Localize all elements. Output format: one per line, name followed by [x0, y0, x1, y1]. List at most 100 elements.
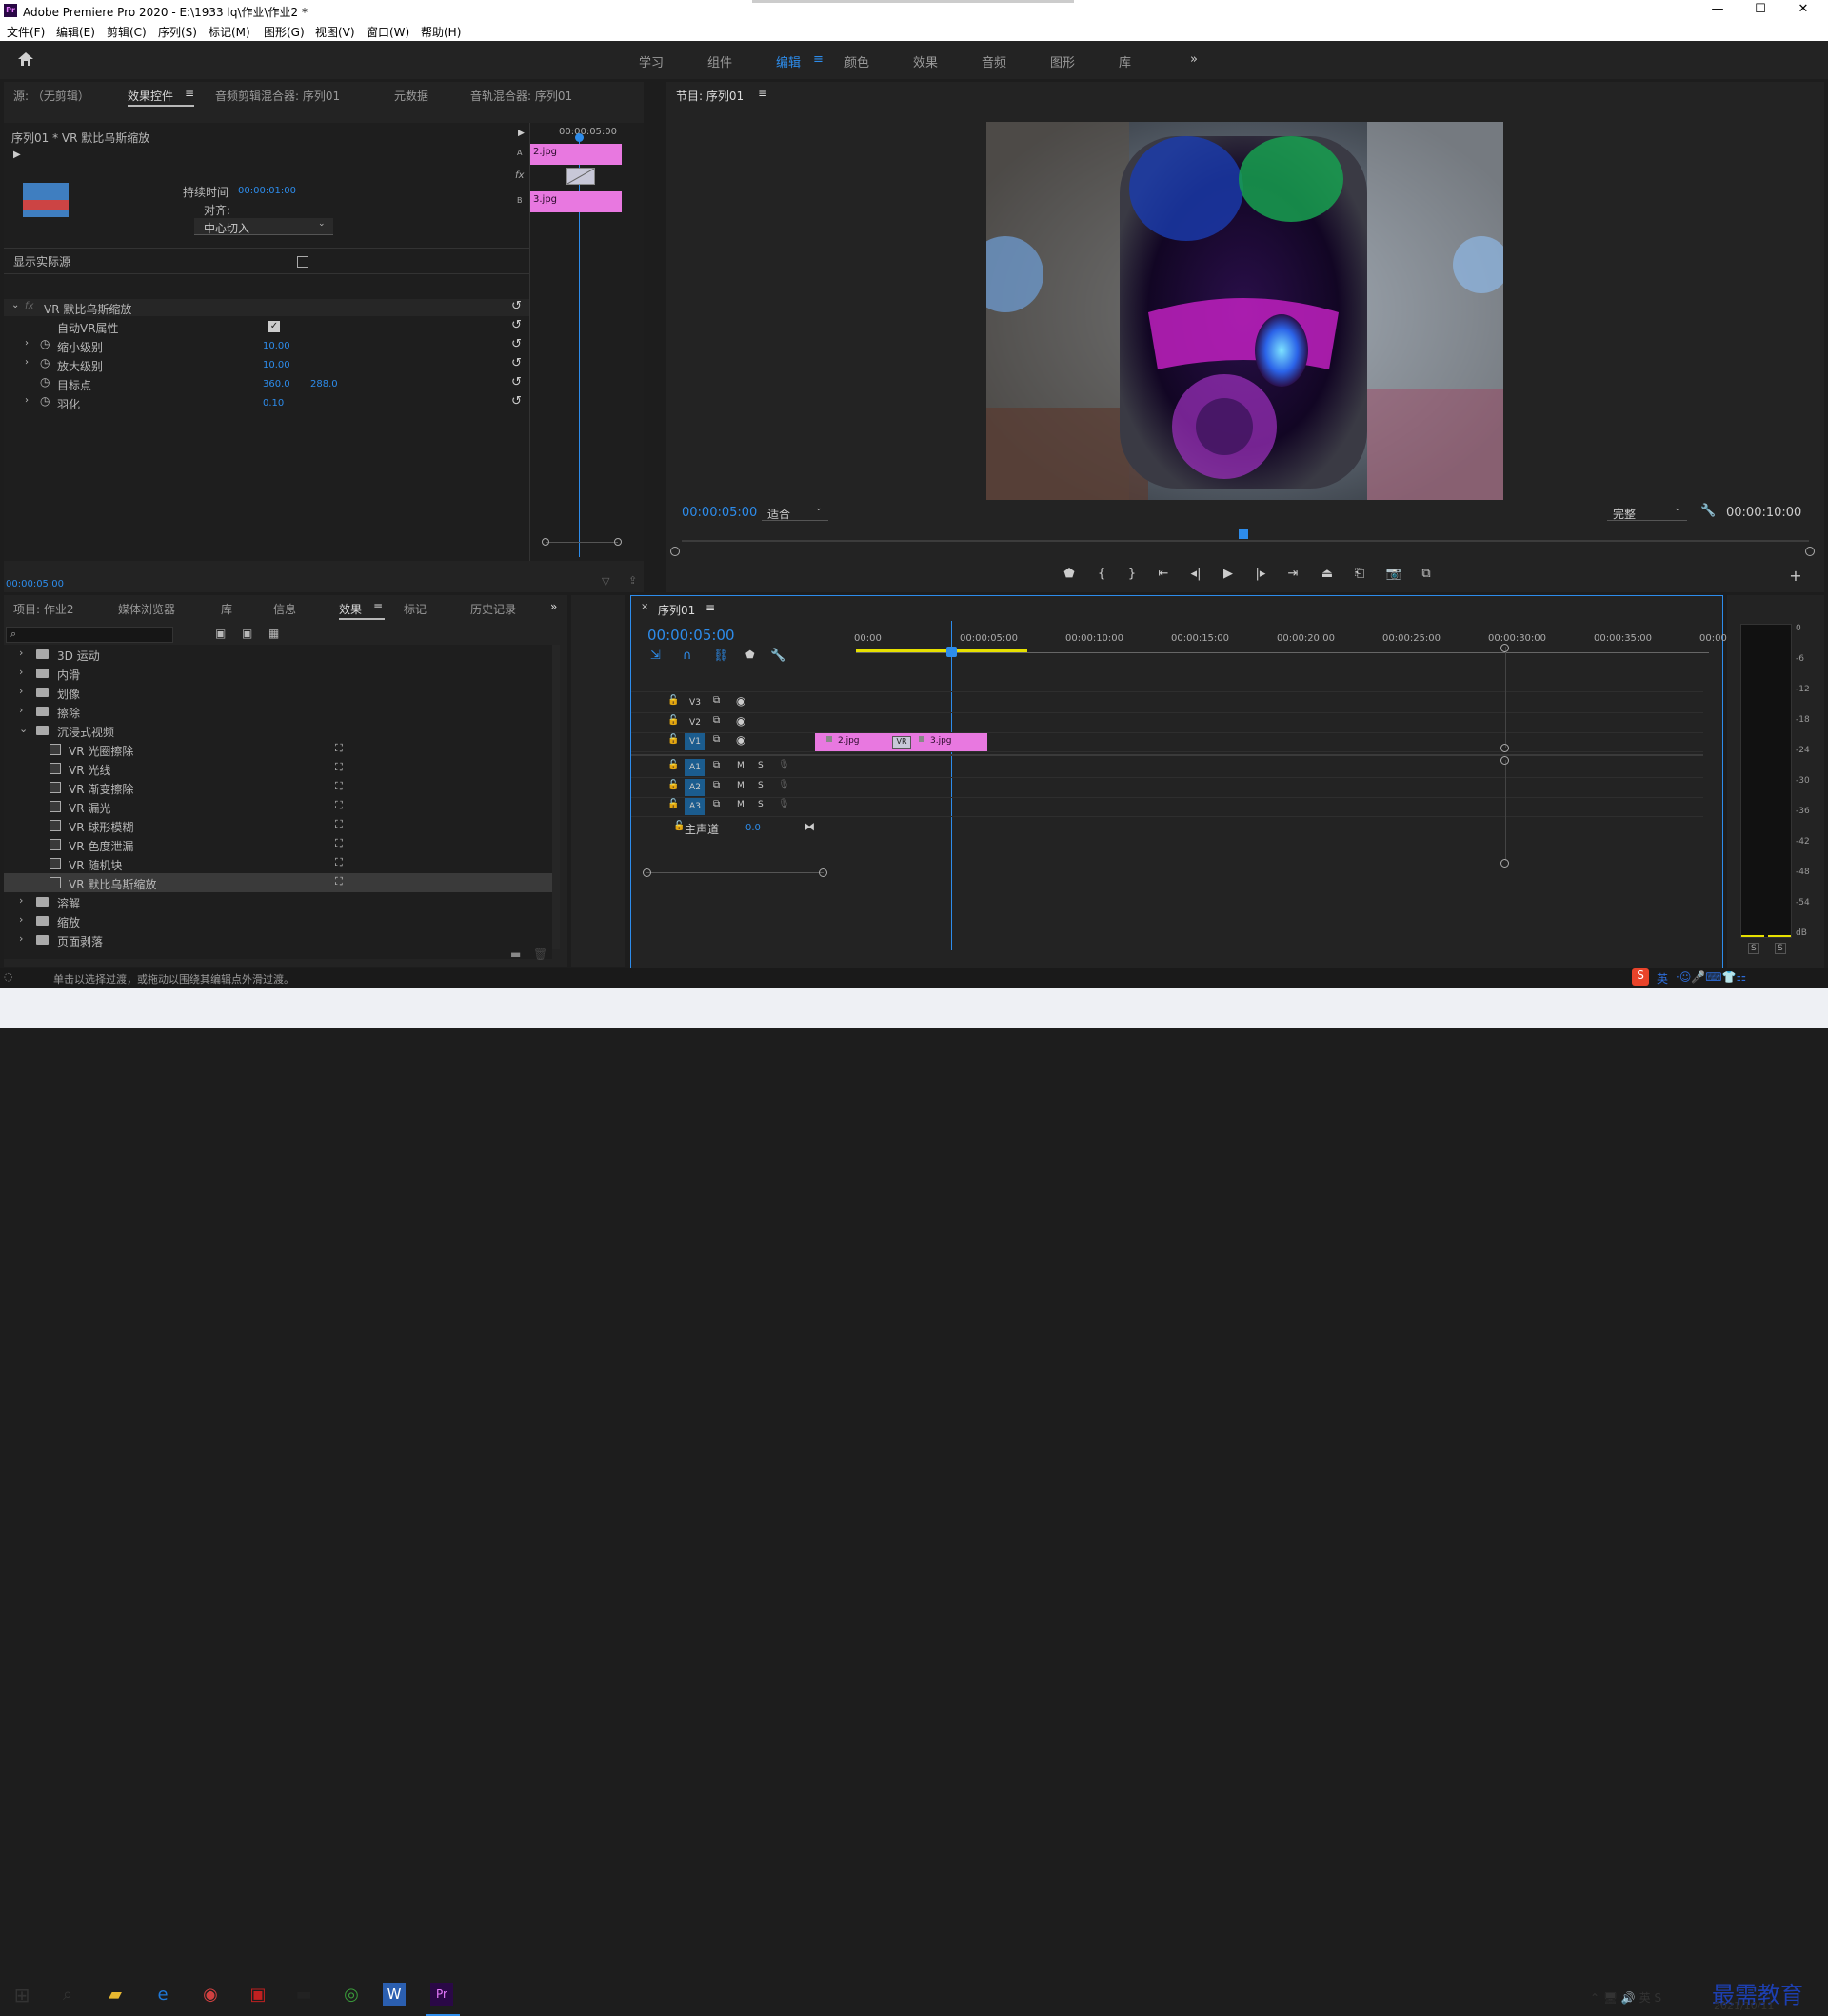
effects-folder[interactable]: › 划像	[4, 683, 552, 702]
effects-item[interactable]: VR 光圈擦除 ⛶	[4, 740, 552, 759]
menu-help[interactable]: 帮助(H)	[421, 24, 461, 40]
extract-icon[interactable]: ⎗	[1350, 567, 1369, 581]
panel-menu-icon[interactable]: ≡	[758, 87, 767, 100]
chevron-down-icon[interactable]: ⌄	[19, 723, 28, 735]
lock-icon[interactable]: 🔓	[667, 734, 679, 745]
more-panels-icon[interactable]: »	[550, 600, 557, 613]
add-button-icon[interactable]: +	[1786, 567, 1805, 585]
solo-button[interactable]: S	[758, 761, 764, 770]
effects-folder[interactable]: › 溶解	[4, 892, 552, 911]
file-explorer-icon[interactable]: ▰	[101, 1981, 129, 2009]
timeline-ruler[interactable]: 00:00 00:00:05:00 00:00:10:00 00:00:15:00 00…	[854, 621, 1727, 659]
effects-item[interactable]: VR 随机块 ⛶	[4, 854, 552, 873]
microphone-icon[interactable]: 🎙	[778, 780, 790, 790]
play-icon[interactable]: ▶	[1219, 567, 1238, 581]
meter-solo-left[interactable]: S	[1748, 943, 1759, 954]
sync-lock-icon[interactable]: ⧉	[713, 715, 720, 726]
sogou-ime-icon[interactable]: S	[1632, 968, 1649, 986]
chevron-right-icon[interactable]: ›	[19, 913, 23, 926]
tab-source[interactable]: 源: （无剪辑）	[13, 88, 89, 104]
eye-icon[interactable]: ◉	[736, 733, 745, 747]
collapse-arrow-icon[interactable]: ▶	[518, 129, 525, 138]
duration-value[interactable]: 00:00:01:00	[238, 186, 296, 196]
tab-media-browser[interactable]: 媒体浏览器	[118, 601, 175, 617]
lock-icon[interactable]: 🔓	[673, 821, 685, 831]
solo-button[interactable]: S	[758, 800, 764, 809]
search-icon[interactable]: ⌕	[53, 1981, 82, 2009]
timeline-playhead-handle[interactable]	[946, 647, 957, 657]
accelerated-effects-icon[interactable]: ▣	[215, 627, 226, 640]
microphone-icon[interactable]: 🎙	[778, 799, 790, 809]
track-label[interactable]: A3	[685, 798, 705, 815]
timeline-settings-wrench-icon[interactable]: 🔧	[770, 649, 785, 663]
chevron-right-icon[interactable]: ›	[19, 685, 23, 697]
insert-nest-icon[interactable]: ⇲	[650, 649, 661, 663]
workspace-graphics[interactable]: 图形	[1050, 52, 1075, 70]
sync-lock-icon[interactable]: ⧉	[713, 760, 720, 770]
word-icon[interactable]: W	[383, 1983, 406, 2006]
windows-start-icon[interactable]: ⊞	[8, 1981, 36, 2009]
show-source-checkbox[interactable]	[297, 256, 308, 268]
mute-button[interactable]: M	[737, 800, 745, 809]
chrome-icon[interactable]: ◎	[337, 1981, 366, 2009]
terminal-icon[interactable]: ▬	[289, 1981, 318, 2009]
reset-icon[interactable]: ↺	[511, 318, 522, 332]
track-label[interactable]: V1	[685, 733, 705, 750]
scroll-handle[interactable]	[1500, 644, 1509, 652]
lock-icon[interactable]: 🔓	[667, 780, 679, 790]
zoom-handle-right[interactable]	[819, 868, 827, 877]
lift-icon[interactable]: ⏏	[1318, 567, 1337, 581]
step-forward-icon[interactable]: |▸	[1251, 567, 1270, 581]
scroll-handle[interactable]	[1500, 859, 1509, 868]
effects-folder[interactable]: › 内滑	[4, 664, 552, 683]
meter-solo-right[interactable]: S	[1775, 943, 1786, 954]
param-value[interactable]: 10.00	[263, 341, 290, 351]
reset-icon[interactable]: ↺	[511, 337, 522, 351]
timeline-title[interactable]: 序列01	[658, 602, 695, 618]
microphone-icon[interactable]: 🎙	[778, 760, 790, 770]
edge-icon[interactable]: e	[149, 1981, 177, 2009]
effects-item[interactable]: VR 漏光 ⛶	[4, 797, 552, 816]
ec-zoom-handle-right[interactable]	[614, 538, 622, 546]
linked-selection-icon[interactable]: ⛓	[713, 649, 729, 663]
32bit-effects-icon[interactable]: ▣	[242, 627, 252, 640]
menu-marker[interactable]: 标记(M)	[209, 24, 250, 40]
video-audio-divider[interactable]	[631, 754, 1703, 756]
sync-lock-icon[interactable]: ⧉	[713, 799, 720, 809]
stopwatch-icon[interactable]: ◷	[40, 337, 50, 350]
yuv-effects-icon[interactable]: ▦	[268, 627, 279, 640]
lock-icon[interactable]: 🔓	[667, 695, 679, 706]
app-icon[interactable]: ◉	[196, 1981, 225, 2009]
align-dropdown[interactable]: 中心切入 ⌄	[194, 218, 333, 235]
menu-window[interactable]: 窗口(W)	[367, 24, 409, 40]
effects-item[interactable]: VR 色度泄漏 ⛶	[4, 835, 552, 854]
work-area-bar[interactable]	[856, 649, 1027, 652]
tab-markers[interactable]: 标记	[404, 601, 427, 617]
delete-icon[interactable]: 🗑	[533, 948, 547, 961]
tab-project[interactable]: 项目: 作业2	[13, 601, 74, 617]
reset-icon[interactable]: ↺	[511, 394, 522, 409]
zoom-handle-left[interactable]	[643, 868, 651, 877]
stopwatch-icon[interactable]: ◷	[40, 375, 50, 389]
close-tab-icon[interactable]: ×	[641, 602, 648, 612]
expand-arrow-icon[interactable]: ›	[25, 338, 29, 349]
workspace-editing[interactable]: 编辑	[776, 52, 801, 70]
track-label[interactable]: V3	[685, 694, 705, 711]
workspace-libraries[interactable]: 库	[1119, 52, 1131, 70]
tab-info[interactable]: 信息	[273, 601, 296, 617]
effects-folder[interactable]: ⌄ 沉浸式视频	[4, 721, 552, 740]
menu-clip[interactable]: 剪辑(C)	[107, 24, 147, 40]
workspace-audio[interactable]: 音频	[982, 52, 1006, 70]
tab-effects[interactable]: 效果	[339, 601, 362, 617]
timeline-timecode[interactable]: 00:00:05:00	[647, 627, 735, 644]
tab-audio-track-mixer[interactable]: 音轨混合器: 序列01	[470, 88, 572, 104]
param-value-y[interactable]: 288.0	[310, 379, 338, 389]
effects-folder[interactable]: › 3D 运动	[4, 645, 552, 664]
workspace-color[interactable]: 颜色	[844, 52, 869, 70]
effects-item[interactable]: VR 球形模糊 ⛶	[4, 816, 552, 835]
export-frame-icon[interactable]: 📷	[1384, 567, 1403, 581]
eye-icon[interactable]: ◉	[736, 714, 745, 728]
minimize-button[interactable]: —	[1699, 2, 1737, 19]
effects-item[interactable]: VR 默比乌斯缩放 ⛶	[4, 873, 552, 892]
workspace-learn[interactable]: 学习	[639, 52, 664, 70]
